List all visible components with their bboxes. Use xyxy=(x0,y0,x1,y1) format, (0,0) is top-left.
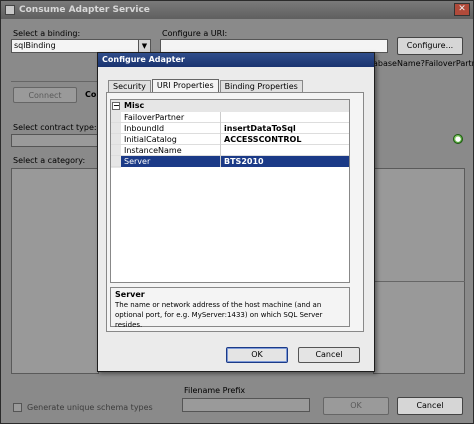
connection-status: Co xyxy=(85,90,97,99)
property-value[interactable] xyxy=(221,145,349,156)
binding-select-value: sqlBinding xyxy=(14,41,56,50)
contract-type-select[interactable] xyxy=(11,134,99,147)
refresh-icon[interactable]: ● xyxy=(453,134,463,144)
filename-prefix-input[interactable] xyxy=(182,398,310,412)
configure-adapter-dialog: Configure Adapter Security URI Propertie… xyxy=(97,52,375,372)
property-name: InitialCatalog xyxy=(121,134,221,145)
uri-input[interactable] xyxy=(160,39,388,53)
ok-button[interactable]: OK xyxy=(323,397,389,415)
description-text: The name or network address of the host … xyxy=(115,301,323,329)
property-value[interactable] xyxy=(221,112,349,123)
select-binding-label: Select a binding: xyxy=(13,29,81,38)
configure-uri-label: Configure a URI: xyxy=(162,29,228,38)
grid-row-server[interactable]: Server BTS2010 xyxy=(111,156,349,167)
configure-button[interactable]: Configure... xyxy=(397,37,463,55)
grid-row-instancename[interactable]: InstanceName xyxy=(111,145,349,156)
tab-uri-properties[interactable]: URI Properties xyxy=(151,79,219,93)
app-icon xyxy=(5,5,15,15)
dialog-title: Configure Adapter xyxy=(98,53,374,67)
dialog-ok-button[interactable]: OK xyxy=(226,347,288,363)
property-description: Server The name or network address of th… xyxy=(110,287,350,329)
chevron-down-icon[interactable]: ▼ xyxy=(138,40,150,52)
description-title: Server xyxy=(115,290,145,299)
window-title: Consume Adapter Service xyxy=(19,5,150,15)
uri-hint: abaseName?FailoverPartner xyxy=(373,59,474,68)
divider xyxy=(373,281,465,282)
category-label: Select a category: xyxy=(13,156,86,165)
property-name: Server xyxy=(121,156,221,167)
operations-panel[interactable] xyxy=(373,168,465,374)
binding-select[interactable]: sqlBinding ▼ xyxy=(11,39,151,53)
grid-row-initialcatalog[interactable]: InitialCatalog ACCESSCONTROL xyxy=(111,134,349,145)
category-tree[interactable] xyxy=(11,168,99,374)
filename-prefix-label: Filename Prefix xyxy=(184,386,246,395)
property-grid[interactable]: − Misc FailoverPartner InboundId insertD… xyxy=(110,99,350,283)
category-label: Misc xyxy=(124,101,145,110)
close-icon[interactable]: ✕ xyxy=(454,3,470,16)
window-titlebar: Consume Adapter Service xyxy=(1,1,473,19)
dialog-tabs: Security URI Properties Binding Properti… xyxy=(108,79,304,93)
dialog-cancel-button[interactable]: Cancel xyxy=(298,347,360,363)
connect-button[interactable]: Connect xyxy=(13,87,77,103)
grid-row-inboundid[interactable]: InboundId insertDataToSql xyxy=(111,123,349,134)
divider xyxy=(11,81,97,82)
property-name: InstanceName xyxy=(121,145,221,156)
property-name: InboundId xyxy=(121,123,221,134)
category-row-misc[interactable]: − Misc xyxy=(111,100,349,112)
property-value[interactable]: insertDataToSql xyxy=(221,123,349,134)
property-value[interactable]: BTS2010 xyxy=(221,156,349,167)
property-name: FailoverPartner xyxy=(121,112,221,123)
generate-schemas-label: Generate unique schema types xyxy=(27,403,153,412)
grid-row-failoverpartner[interactable]: FailoverPartner xyxy=(111,112,349,123)
cancel-button[interactable]: Cancel xyxy=(397,397,463,415)
collapse-icon[interactable]: − xyxy=(112,102,120,110)
generate-schemas-checkbox[interactable] xyxy=(13,403,22,412)
contract-type-label: Select contract type: xyxy=(13,123,97,132)
property-value[interactable]: ACCESSCONTROL xyxy=(221,134,349,145)
